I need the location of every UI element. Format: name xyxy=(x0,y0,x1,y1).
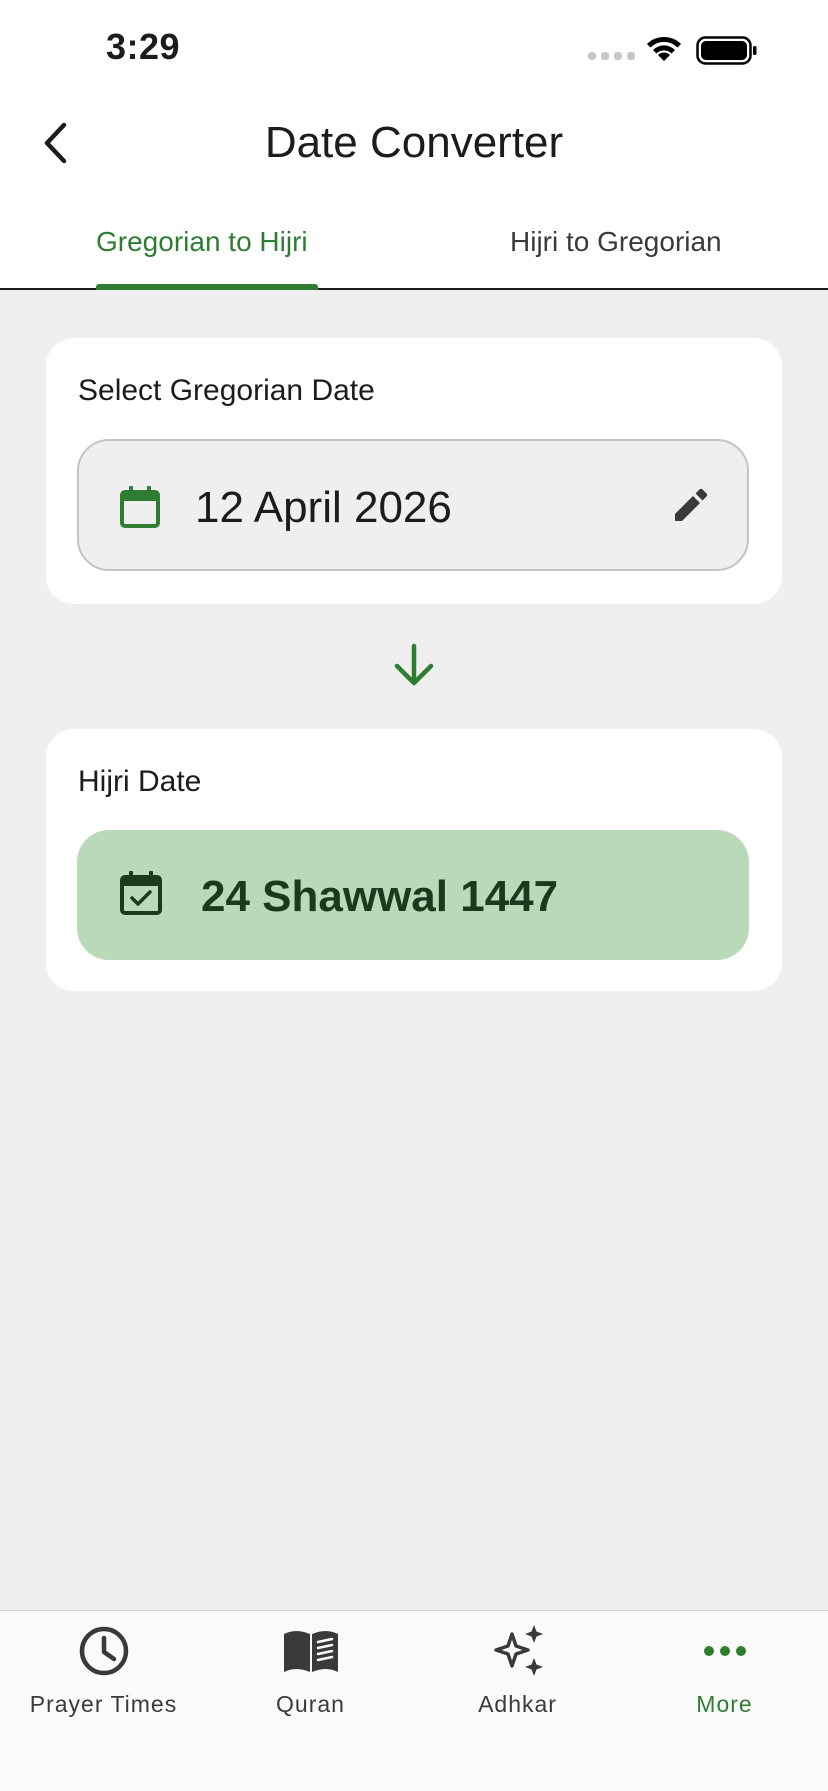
nav-label-adhkar: Adhkar xyxy=(478,1691,557,1717)
hijri-date-result: 24 Shawwal 1447 xyxy=(77,830,749,960)
status-icons xyxy=(588,30,768,70)
gregorian-date-picker[interactable]: 12 April 2026 xyxy=(77,439,749,571)
nav-item-prayer-times[interactable]: Prayer Times xyxy=(0,1611,207,1741)
hijri-date-card: Hijri Date 24 Shawwal 1447 xyxy=(46,729,782,991)
tab-hijri-to-gregorian[interactable]: Hijri to Gregorian xyxy=(510,226,722,258)
battery-icon xyxy=(696,36,757,65)
calendar-check-icon xyxy=(120,871,162,915)
clock-icon xyxy=(79,1626,128,1676)
nav-item-adhkar[interactable]: Adhkar xyxy=(414,1611,621,1741)
gregorian-date-label: Select Gregorian Date xyxy=(78,374,375,407)
sparkles-icon xyxy=(493,1625,543,1676)
more-dots-icon xyxy=(703,1646,746,1656)
gregorian-date-card: Select Gregorian Date 12 April 2026 xyxy=(46,338,782,604)
cellular-signal-icon xyxy=(588,52,635,60)
nav-label-more: More xyxy=(696,1691,753,1717)
nav-item-quran[interactable]: Quran xyxy=(207,1611,414,1741)
calendar-icon xyxy=(120,486,160,528)
hijri-date-value: 24 Shawwal 1447 xyxy=(201,872,559,921)
nav-label-prayer-times: Prayer Times xyxy=(29,1691,178,1717)
tab-gregorian-to-hijri[interactable]: Gregorian to Hijri xyxy=(96,226,308,258)
nav-label-quran: Quran xyxy=(276,1691,345,1717)
nav-item-more[interactable]: More xyxy=(621,1611,828,1741)
hijri-date-label: Hijri Date xyxy=(78,765,202,798)
book-icon xyxy=(283,1631,338,1672)
pencil-edit-icon[interactable] xyxy=(671,487,709,525)
wifi-icon xyxy=(647,36,681,61)
app-bar: 3:29 Date Converter Gregorian to Hijri H… xyxy=(0,0,828,290)
active-tab-indicator xyxy=(96,284,318,290)
page-title: Date Converter xyxy=(264,118,564,167)
status-time: 3:29 xyxy=(106,26,181,67)
bottom-navigation: Prayer Times Quran Adhkar More xyxy=(0,1610,828,1791)
arrow-down-icon xyxy=(394,643,434,686)
gregorian-date-value: 12 April 2026 xyxy=(195,483,452,532)
